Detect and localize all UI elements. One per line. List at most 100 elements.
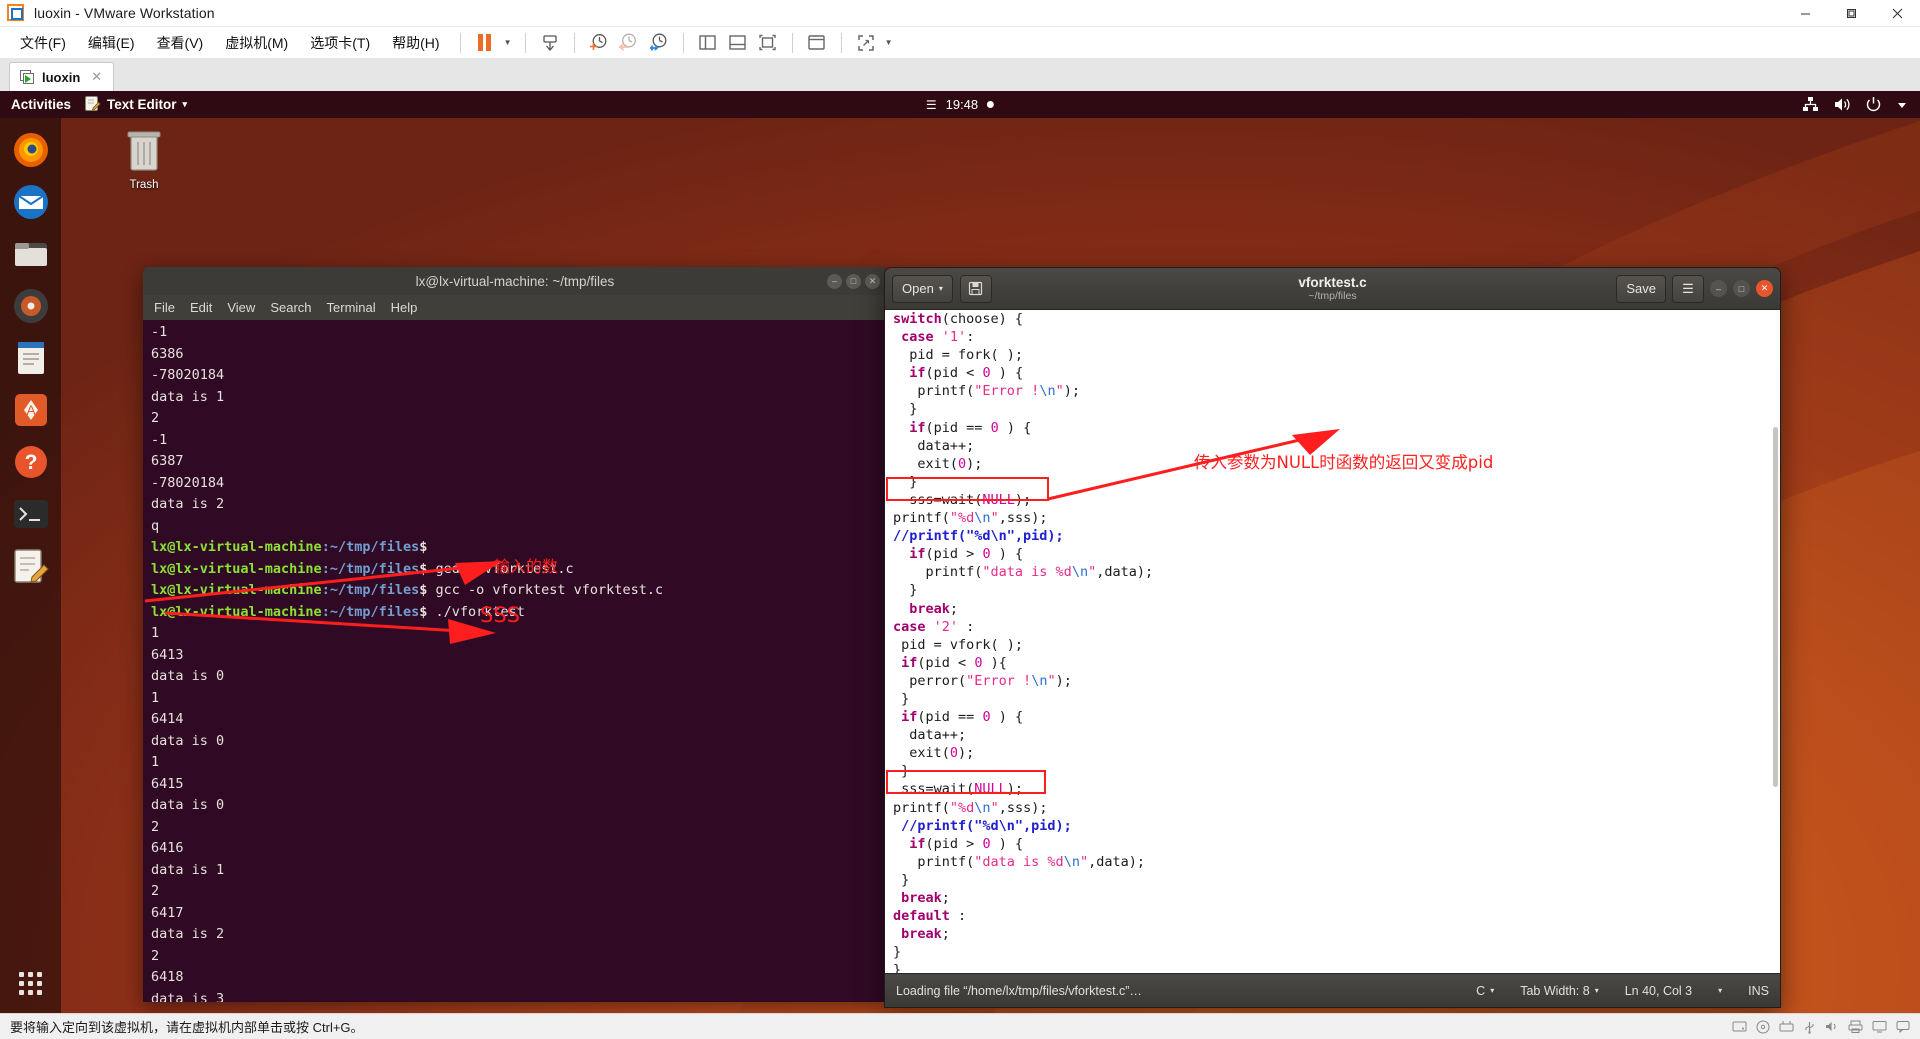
code-line: printf("Error !\n");	[893, 383, 1080, 400]
gedit-language-selector[interactable]: C ▾	[1476, 984, 1494, 998]
printer-icon[interactable]	[1848, 1020, 1863, 1033]
terminal-output-line: 6387	[151, 453, 184, 469]
chevron-down-icon: ▾	[938, 284, 943, 293]
gedit-minimize-button[interactable]: –	[1710, 280, 1727, 297]
save-as-button[interactable]	[959, 274, 992, 303]
desktop-icon-trash[interactable]: Trash	[108, 126, 180, 191]
open-button[interactable]: Open ▾	[892, 274, 953, 303]
dock-item-rhythmbox[interactable]	[8, 283, 53, 328]
power-icon[interactable]	[1865, 96, 1882, 113]
hdd-activity-icon[interactable]	[1732, 1020, 1747, 1033]
dock-item-libreoffice-writer[interactable]	[8, 335, 53, 380]
send-ctrl-alt-del-icon[interactable]	[535, 30, 565, 56]
gedit-close-button[interactable]: ✕	[1756, 280, 1773, 297]
minimize-button[interactable]	[1782, 0, 1828, 26]
terminal-output-line: 6418	[151, 969, 184, 985]
terminal-menu-file[interactable]: File	[154, 300, 175, 315]
terminal-output-line: 1	[151, 754, 160, 770]
terminal-output-line: data is 3	[151, 990, 225, 1003]
dock-item-help[interactable]: ?	[8, 439, 53, 484]
window-controls	[1782, 0, 1920, 26]
cd-drive-icon[interactable]	[1756, 1020, 1770, 1034]
display-icon[interactable]	[1872, 1020, 1887, 1033]
terminal-output[interactable]: -1 6386 -78020184 data is 1 2 -1 6387 -78020184…	[143, 320, 887, 1002]
show-applications-icon[interactable]	[0, 972, 61, 995]
dock-item-terminal[interactable]	[8, 491, 53, 536]
code-line: case '2' :	[893, 618, 975, 635]
vm-tab-close-icon[interactable]: ✕	[91, 69, 102, 85]
snapshot-revert-icon[interactable]	[614, 30, 644, 56]
terminal-title-bar[interactable]: lx@lx-virtual-machine: ~/tmp/files – □ ✕	[143, 267, 887, 295]
panel-clock[interactable]: ☰ 19:48	[926, 97, 995, 112]
terminal-output-line: 6416	[151, 840, 184, 856]
gedit-code-area[interactable]: switch(choose) { case '1': pid = fork( )…	[885, 310, 1780, 973]
code-line: if(pid < 0 ){	[901, 654, 1007, 671]
hamburger-menu-icon[interactable]: ☰	[1672, 274, 1704, 303]
menu-edit[interactable]: 编辑(E)	[77, 30, 146, 56]
menu-vm[interactable]: 虚拟机(M)	[214, 30, 299, 56]
code-line: }	[893, 962, 902, 973]
gedit-maximize-button[interactable]: □	[1733, 280, 1750, 297]
menu-help[interactable]: 帮助(H)	[381, 30, 450, 56]
message-log-icon[interactable]	[1896, 1020, 1910, 1033]
terminal-menu-search[interactable]: Search	[270, 300, 311, 315]
dock-item-files[interactable]	[8, 231, 53, 276]
snapshot-manager-icon[interactable]	[644, 30, 674, 56]
terminal-minimize-button[interactable]: –	[827, 273, 842, 289]
sound-icon[interactable]	[1825, 1020, 1839, 1033]
enter-unity-icon[interactable]	[802, 30, 832, 56]
code-line: break;	[901, 890, 950, 906]
chevron-down-icon[interactable]: ▼	[500, 30, 516, 56]
dock-item-software[interactable]: A	[8, 387, 53, 432]
terminal-close-button[interactable]: ✕	[865, 273, 880, 289]
terminal-output-line: 2	[151, 818, 160, 835]
save-button[interactable]: Save	[1616, 274, 1666, 303]
code-line: case '1':	[901, 329, 975, 346]
terminal-window[interactable]: lx@lx-virtual-machine: ~/tmp/files – □ ✕…	[143, 267, 887, 1002]
code-line: printf("%d\n",sss);	[893, 799, 1048, 816]
gedit-scrollbar[interactable]	[1773, 427, 1778, 787]
gedit-tab-width-selector[interactable]: Tab Width: 8 ▾	[1520, 984, 1599, 998]
usb-icon[interactable]	[1803, 1020, 1816, 1034]
network-icon[interactable]	[1802, 96, 1819, 113]
menu-file[interactable]: 文件(F)	[9, 30, 77, 56]
volume-icon[interactable]	[1833, 96, 1851, 113]
terminal-menu-terminal[interactable]: Terminal	[327, 300, 376, 315]
enter-fullscreen-icon[interactable]	[851, 30, 881, 56]
guest-screen[interactable]: Activities Text Editor ▾ ☰ 19:48 A ? Tra…	[0, 91, 1920, 1013]
terminal-output-line: 6417	[151, 904, 184, 921]
dock-item-thunderbird[interactable]	[8, 179, 53, 224]
terminal-output-line: -78020184	[151, 367, 225, 383]
code-line: if(pid == 0 ) {	[901, 709, 1024, 726]
show-console-view-icon[interactable]	[753, 30, 783, 56]
panel-indicators[interactable]	[1802, 96, 1908, 113]
vmware-tab-strip: luoxin ✕	[0, 58, 1920, 91]
maximize-button[interactable]	[1828, 0, 1874, 26]
close-button[interactable]	[1874, 0, 1920, 26]
app-menu-button[interactable]: Text Editor ▾	[84, 95, 187, 115]
snapshot-take-icon[interactable]	[584, 30, 614, 56]
gedit-position-label: Ln 40, Col 3	[1624, 983, 1693, 998]
terminal-maximize-button[interactable]: □	[846, 273, 861, 289]
gedit-status-bar: Loading file “/home/lx/tmp/files/vforkte…	[885, 973, 1780, 1007]
caret-down-icon[interactable]	[1896, 99, 1908, 111]
fullscreen-caret-icon[interactable]: ▼	[881, 30, 897, 56]
vm-tab-luoxin[interactable]: luoxin ✕	[9, 62, 114, 91]
show-thumbnail-bar-icon[interactable]	[723, 30, 753, 56]
network-adapter-icon[interactable]	[1779, 1020, 1794, 1033]
terminal-menu-help[interactable]: Help	[391, 300, 418, 315]
vm-tab-label: luoxin	[42, 69, 81, 85]
show-library-icon[interactable]	[693, 30, 723, 56]
gedit-position-caret[interactable]: ▾	[1718, 986, 1722, 995]
save-icon	[969, 281, 983, 296]
toolbar-separator	[791, 32, 793, 53]
menu-tabs[interactable]: 选项卡(T)	[299, 30, 381, 56]
pause-icon[interactable]	[470, 30, 500, 56]
dock-item-text-editor[interactable]	[8, 543, 53, 588]
activities-button[interactable]: Activities	[11, 97, 71, 112]
dock-item-firefox[interactable]	[8, 127, 53, 172]
gedit-window[interactable]: Open ▾ vforktest.c ~/tmp/files Save ☰ – …	[884, 267, 1781, 1008]
terminal-menu-edit[interactable]: Edit	[190, 300, 212, 315]
terminal-menu-view[interactable]: View	[227, 300, 255, 315]
menu-view[interactable]: 查看(V)	[146, 30, 215, 56]
